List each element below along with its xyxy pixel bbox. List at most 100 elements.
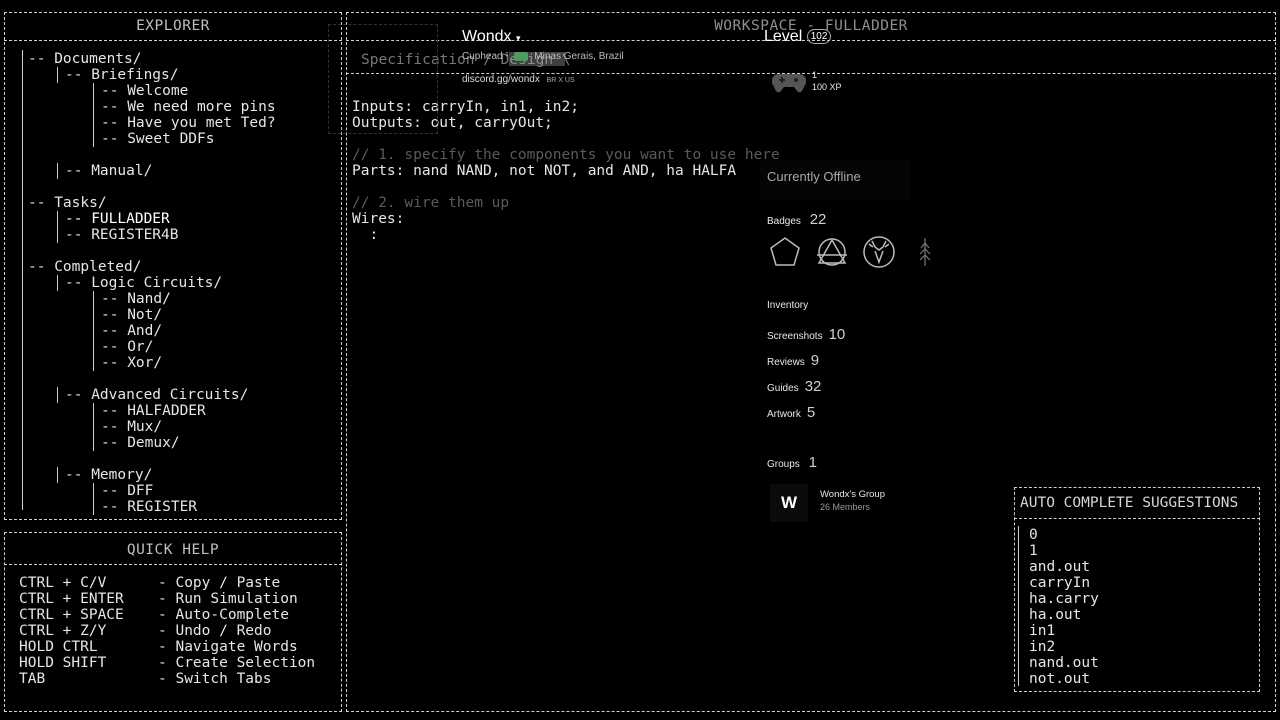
explorer-tree-item[interactable]: -- REGISTER (28, 499, 276, 515)
tree-badge-icon[interactable] (908, 235, 942, 269)
overlay-groups-label: Groups (767, 459, 800, 470)
autocomplete-item[interactable]: in1 (1029, 623, 1099, 639)
overlay-discord-row[interactable]: discord.gg/wondx BR X US (462, 74, 575, 85)
explorer-tree-spacer (28, 243, 276, 259)
autocomplete-item[interactable]: ha.out (1029, 607, 1099, 623)
overlay-discord[interactable]: discord.gg/wondx (462, 74, 540, 85)
explorer-tree-item[interactable]: -- REGISTER4B (28, 227, 276, 243)
overlay-username[interactable]: Wondx ▾ (462, 28, 521, 46)
shortcut-keys: TAB (19, 671, 46, 687)
shortcut-desc: - Undo / Redo (158, 623, 272, 639)
overlay-stat-label: Guides (767, 383, 799, 394)
code-line[interactable] (352, 179, 780, 195)
shortcut-desc: - Switch Tabs (158, 671, 272, 687)
overlay-stat-row[interactable]: Guides 32 (767, 378, 845, 404)
quick-help-title: QUICK HELP (126, 542, 220, 558)
explorer-tree-item[interactable]: -- Completed/ (28, 259, 276, 275)
tree-branch-line (93, 499, 94, 515)
tree-branch-line (93, 115, 94, 131)
autocomplete-item[interactable]: ha.carry (1029, 591, 1099, 607)
code-line[interactable]: // 1. specify the components you want to… (352, 147, 780, 163)
tree-branch-line (93, 355, 94, 371)
autocomplete-item[interactable]: 0 (1029, 527, 1099, 543)
tree-branch-line (93, 291, 94, 307)
group-logo[interactable]: W (770, 484, 808, 522)
shortcut-row: HOLD SHIFT - Create Selection (19, 655, 315, 671)
overlay-stat-row[interactable]: Artwork 5 (767, 404, 845, 430)
group-name[interactable]: Wondx's Group (820, 489, 885, 500)
chevron-down-icon: ▾ (515, 33, 521, 43)
explorer-tree-item[interactable]: -- HALFADDER (28, 403, 276, 419)
explorer-tree-item[interactable]: -- And/ (28, 323, 276, 339)
overlay-stat-row[interactable]: Screenshots 10 (767, 326, 845, 352)
autocomplete-item[interactable]: not.out (1029, 671, 1099, 687)
pentagon-badge-icon[interactable] (768, 235, 802, 269)
overlay-stat-value: 9 (810, 352, 820, 369)
shortcut-keys: CTRL + ENTER (19, 591, 124, 607)
overlay-xp: 100 XP (812, 82, 842, 92)
overlay-badges[interactable]: Badges 22 (767, 211, 826, 228)
code-line[interactable]: : (352, 227, 780, 243)
explorer-tree-item[interactable]: -- Memory/ (28, 467, 276, 483)
shortcut-keys: HOLD SHIFT (19, 655, 107, 671)
gamepad-icon (772, 73, 806, 93)
overlay-stats: Inventory Screenshots 10 Reviews 9 Guides 32 Ar… (767, 300, 845, 430)
overlay-badges-label: Badges (767, 216, 801, 227)
tree-branch-line (93, 307, 94, 323)
explorer-tree-spacer (28, 451, 276, 467)
explorer-tree-item[interactable]: -- Tasks/ (28, 195, 276, 211)
triangle-badge-icon[interactable] (815, 235, 849, 269)
explorer-tree-item[interactable]: -- Advanced Circuits/ (28, 387, 276, 403)
overlay-avatar-frame (328, 24, 438, 134)
quick-help-divider (4, 564, 342, 565)
explorer-tree-item[interactable]: -- Logic Circuits/ (28, 275, 276, 291)
tree-branch-line (57, 275, 58, 291)
code-line[interactable]: // 2. wire them up (352, 195, 780, 211)
explorer-tree-item[interactable]: -- Mux/ (28, 419, 276, 435)
overlay-stat-value: 5 (806, 404, 816, 421)
explorer-tree-item[interactable]: -- Briefings/ (28, 67, 276, 83)
overlay-subtitle: Cuphead ¹ (462, 51, 509, 62)
tree-branch-line (93, 323, 94, 339)
autocomplete-item[interactable]: and.out (1029, 559, 1099, 575)
code-line[interactable]: Wires: (352, 211, 780, 227)
explorer-tree: -- Documents/-- Briefings/-- Welcome -- W… (28, 51, 276, 515)
shortcut-row: HOLD CTRL - Navigate Words (19, 639, 315, 655)
explorer-tree-item[interactable]: -- FULLADDER (28, 211, 276, 227)
explorer-tree-item[interactable]: -- Welcome (28, 83, 276, 99)
autocomplete-item[interactable]: 1 (1029, 543, 1099, 559)
overlay-stat-row[interactable]: Inventory (767, 300, 845, 326)
explorer-tree-item[interactable]: -- Nand/ (28, 291, 276, 307)
explorer-tree-item[interactable]: -- Manual/ (28, 163, 276, 179)
explorer-tree-item[interactable]: -- Xor/ (28, 355, 276, 371)
tree-branch-line (93, 99, 94, 115)
overlay-subtitle-highlight (509, 52, 565, 66)
overlay-groups[interactable]: Groups 1 (767, 454, 817, 471)
explorer-tree-item[interactable]: -- Have you met Ted? (28, 115, 276, 131)
deer-badge-icon[interactable] (862, 235, 896, 269)
explorer-tree-item[interactable]: -- Or/ (28, 339, 276, 355)
tree-branch-line (57, 227, 58, 243)
code-line[interactable]: Parts: nand NAND, not NOT, and AND, ha H… (352, 163, 780, 179)
explorer-tree-item[interactable]: -- We need more pins (28, 99, 276, 115)
autocomplete-item[interactable]: in2 (1029, 639, 1099, 655)
shortcut-keys: CTRL + C/V (19, 575, 107, 591)
explorer-tree-item[interactable]: -- Demux/ (28, 435, 276, 451)
tree-branch-line (57, 67, 58, 83)
explorer-tree-spacer (28, 179, 276, 195)
explorer-tree-item[interactable]: -- DFF (28, 483, 276, 499)
explorer-tree-item[interactable]: -- Not/ (28, 307, 276, 323)
shortcut-row: CTRL + SPACE - Auto-Complete (19, 607, 315, 623)
explorer-tree-rail (22, 50, 23, 510)
overlay-stat-label: Screenshots (767, 331, 823, 342)
overlay-level: Level 102 (764, 28, 832, 46)
shortcut-row: CTRL + C/V - Copy / Paste (19, 575, 315, 591)
explorer-tree-item[interactable]: -- Documents/ (28, 51, 276, 67)
shortcut-keys: CTRL + Z/Y (19, 623, 107, 639)
autocomplete-item[interactable]: carryIn (1029, 575, 1099, 591)
tree-branch-line (93, 419, 94, 435)
explorer-tree-item[interactable]: -- Sweet DDFs (28, 131, 276, 147)
overlay-stat-row[interactable]: Reviews 9 (767, 352, 845, 378)
autocomplete-item[interactable]: nand.out (1029, 655, 1099, 671)
autocomplete-title: AUTO COMPLETE SUGGESTIONS (1020, 495, 1239, 511)
